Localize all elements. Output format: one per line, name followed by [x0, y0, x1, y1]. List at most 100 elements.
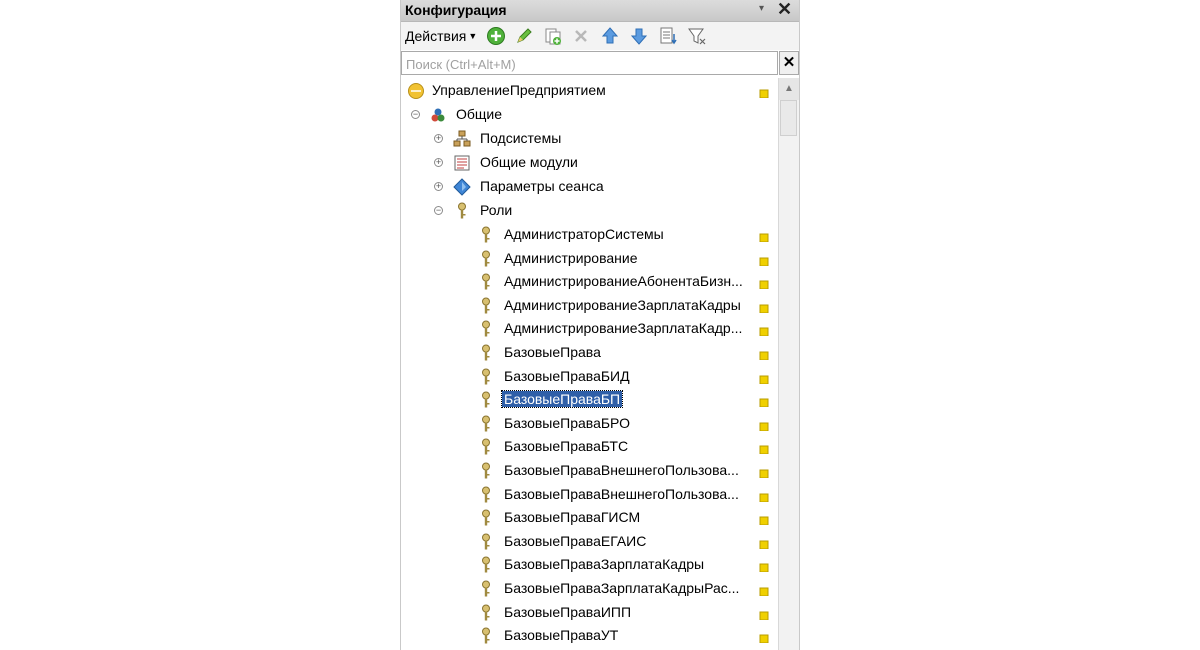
tree-label: Общие модули	[480, 154, 578, 170]
edit-icon[interactable]	[514, 26, 534, 46]
tree-row-role[interactable]: БазовыеПраваИПП	[401, 602, 777, 624]
copy-icon[interactable]	[543, 26, 563, 46]
filter-icon[interactable]	[687, 26, 707, 46]
tree-label: БазовыеПраваЗарплатаКадрыРас...	[504, 580, 740, 596]
lock-icon	[759, 375, 769, 384]
tree-row-role[interactable]: Администрирование	[401, 248, 777, 270]
key-icon	[482, 486, 490, 503]
lock-icon	[759, 398, 769, 408]
tree-label: БазовыеПраваБИД	[504, 367, 630, 384]
tree-label: Роли	[480, 202, 513, 218]
lock-icon	[759, 257, 769, 266]
collapse-icon[interactable]: −	[434, 206, 443, 215]
lock-icon	[759, 516, 769, 526]
clear-search-button[interactable]: ✕	[779, 51, 799, 75]
tree-row-root[interactable]: УправлениеПредприятием	[401, 80, 777, 102]
pin-icon[interactable]: ▾	[759, 3, 764, 14]
delete-icon[interactable]	[571, 26, 591, 46]
session-params-icon	[453, 178, 471, 196]
lock-icon	[759, 351, 769, 360]
tree-label: БазовыеПраваБРО	[504, 414, 630, 431]
key-icon	[482, 344, 490, 361]
scroll-thumb[interactable]	[780, 100, 797, 136]
configuration-root-icon	[408, 83, 424, 99]
tree-row-role[interactable]: АдминистрированиеЗарплатаКадр...	[401, 318, 777, 340]
tree-row-role[interactable]: БазовыеПраваБРО	[401, 413, 777, 435]
lock-icon	[759, 422, 769, 431]
tree-row-role[interactable]: АдминистраторСистемы	[401, 224, 777, 246]
tree-row-common-modules[interactable]: + Общие модули	[401, 152, 777, 174]
tree-row-role[interactable]: БазовыеПраваБП	[401, 389, 777, 411]
tree-label: БазовыеПраваЕГАИС	[504, 532, 647, 549]
expand-icon[interactable]: +	[434, 134, 443, 143]
key-icon	[482, 556, 490, 573]
search-input[interactable]	[404, 53, 768, 75]
tree-label: БазовыеПраваБП	[500, 390, 624, 409]
tree-label: АдминистрированиеЗарплатаКадры	[504, 296, 741, 313]
tree-row-role[interactable]: АдминистрированиеЗарплатаКадры	[401, 295, 777, 317]
general-icon	[431, 108, 445, 122]
tree-row-roles[interactable]: − Роли	[401, 200, 777, 222]
lock-icon	[759, 89, 769, 98]
tree-row-subsystems[interactable]: + Подсистемы	[401, 128, 777, 150]
tree-row-role[interactable]: БазовыеПраваЕГАИС	[401, 531, 777, 553]
tree-label: Подсистемы	[480, 130, 562, 146]
panel-title: Конфигурация	[405, 2, 507, 18]
tree-row-role[interactable]: АдминистрированиеАбонентаБизн...	[401, 271, 777, 293]
add-icon[interactable]	[486, 26, 506, 46]
tree-label: АдминистрированиеАбонентаБизн...	[504, 273, 743, 290]
lock-icon	[759, 493, 769, 502]
tree-label: БазовыеПраваУТ	[504, 627, 619, 644]
tree-row-role[interactable]: БазовыеПраваВнешнегоПользова...	[401, 484, 777, 506]
tree-label: Общие	[456, 106, 503, 122]
title-bar: Конфигурация ▾ ✕	[401, 0, 799, 22]
key-icon	[482, 533, 490, 550]
key-icon	[482, 368, 490, 385]
tree-row-role[interactable]: БазовыеПраваУТ	[401, 625, 777, 647]
configuration-panel: Конфигурация ▾ ✕ Действия▼ ✕	[400, 0, 800, 650]
lock-icon	[759, 540, 769, 549]
tree-row-role[interactable]: БазовыеПраваВнешнегоПользова...	[401, 460, 777, 482]
lock-icon	[759, 563, 769, 573]
tree-label: БазовыеПраваЗарплатаКадры	[504, 556, 705, 573]
actions-label: Действия	[405, 28, 467, 44]
lock-icon	[759, 469, 769, 478]
tree-row-role[interactable]: БазовыеПраваЗарплатаКадрыРас...	[401, 578, 777, 600]
lock-icon	[759, 634, 769, 644]
sort-icon[interactable]	[658, 26, 678, 46]
key-icon	[482, 604, 490, 621]
move-down-icon[interactable]	[629, 26, 649, 46]
lock-icon	[759, 304, 769, 313]
actions-menu-button[interactable]: Действия ▼	[405, 28, 477, 44]
tree-label: АдминистраторСистемы	[504, 226, 664, 242]
tree-row-role[interactable]: БазовыеПраваБИД	[401, 366, 777, 388]
tree-row-role[interactable]: БазовыеПраваЗарплатаКадры	[401, 554, 777, 576]
scroll-up-icon[interactable]: ▲	[779, 78, 799, 100]
key-icon	[482, 462, 490, 479]
tree-label: БазовыеПраваБТС	[504, 438, 629, 455]
tree-row-role[interactable]: БазовыеПраваГИСМ	[401, 507, 777, 529]
tree-row-role[interactable]: БазовыеПрава	[401, 342, 777, 364]
expand-icon[interactable]: +	[434, 182, 443, 191]
tree-row-general[interactable]: − Общие	[401, 104, 777, 126]
move-up-icon[interactable]	[600, 26, 620, 46]
config-tree: УправлениеПредприятием − Общие + Подсист…	[401, 78, 777, 650]
vertical-scrollbar[interactable]: ▲	[778, 78, 799, 650]
expand-icon[interactable]: +	[434, 158, 443, 167]
tree-label: БазовыеПраваВнешнегоПользова...	[504, 462, 739, 478]
tree-row-session-params[interactable]: + Параметры сеанса	[401, 176, 777, 198]
key-icon	[458, 202, 466, 219]
tree-row-role[interactable]: БазовыеПраваБТС	[401, 436, 777, 458]
tree-label: УправлениеПредприятием	[432, 82, 606, 98]
collapse-icon[interactable]: −	[411, 110, 420, 119]
lock-icon	[759, 327, 769, 337]
tree-label: БазовыеПраваГИСМ	[504, 509, 641, 526]
lock-icon	[759, 587, 769, 596]
search-field[interactable]	[401, 51, 778, 75]
key-icon	[482, 580, 490, 597]
subsystems-icon	[453, 130, 471, 147]
lock-icon	[759, 445, 769, 455]
key-icon	[482, 438, 490, 455]
close-icon[interactable]: ✕	[777, 0, 792, 20]
tree-label: АдминистрированиеЗарплатаКадр...	[504, 320, 743, 337]
